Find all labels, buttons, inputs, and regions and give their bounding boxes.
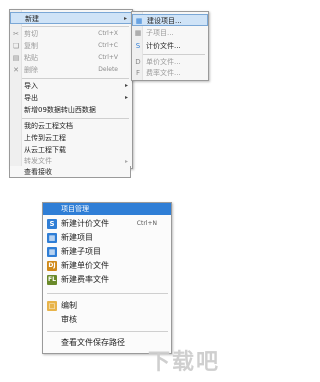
pricing-file-icon: S [47,219,57,229]
submenu-item-subproject[interactable]: ▦ 子项目... [132,27,208,39]
menu-item-label: 从云工程下载 [24,146,66,154]
menu-header-title: 项目管理 [61,205,89,213]
menu-item-convert-data[interactable]: 新增09数据转山西数据 [10,104,132,116]
chevron-right-icon: ▸ [123,15,127,22]
menu-item-paste[interactable]: ▤ 粘贴 Ctrl+V [10,52,132,64]
menu-item-label: 编制 [61,301,77,310]
menu-item-label: 粘贴 [24,54,38,62]
menu-item-my-cloud-docs[interactable]: 我的云工程文档 [10,120,132,132]
submenu-item-construction-project[interactable]: ▦ 建设项目... [132,14,208,26]
shortcut-label: Ctrl+X [98,30,118,37]
menu-item-label: 新建 [25,15,39,23]
subproject-icon: ▦ [134,29,142,37]
menu-separator [143,54,205,55]
menu-item-label: 审核 [61,315,77,324]
submenu-item-rate-file[interactable]: F 费率文件... [132,67,208,79]
menu-item-label: 剪切 [24,30,38,38]
menu-item-new-unit-price-file[interactable]: DJ 新建单价文件 [43,259,171,273]
menu-item-new-pricing-file[interactable]: S 新建计价文件 Ctrl+N [43,217,171,231]
menu-item-label: 导出 [24,94,38,102]
menu-item-label: 查看文件保存路径 [61,338,125,347]
menu-item-upload-cloud[interactable]: 上传到云工程 [10,132,132,144]
menu-item-label: 我的云工程文档 [24,122,73,130]
menu-item-label: 查看接收 [24,168,52,176]
project-icon: ▦ [47,233,57,243]
project-icon: ▦ [135,17,143,25]
menu-separator [22,78,129,79]
menu-item-cut[interactable]: ✂ 剪切 Ctrl+X [10,28,132,40]
delete-icon: ✕ [13,66,19,74]
menu-item-label: 新建费率文件 [61,275,109,284]
menu-item-export[interactable]: 导出 ▸ [10,92,132,104]
menu-item-new-project[interactable]: ▦ 新建项目 [43,231,171,245]
menu-separator [47,293,168,294]
menu-item-download-cloud[interactable]: 从云工程下载 [10,144,132,156]
menu-item-new-rate-file[interactable]: FL 新建费率文件 [43,273,171,287]
context-menu: 新建 ▸ ✂ 剪切 Ctrl+X ❏ 复制 Ctrl+C ▤ 粘贴 Ctrl+V… [9,9,133,169]
unit-price-file-icon: D [135,58,141,66]
menu-item-label: 新建子项目 [61,247,101,256]
menu-item-label: 复制 [24,42,38,50]
chevron-right-icon: ▸ [124,82,128,89]
shortcut-label: Delete [98,66,118,73]
chevron-right-icon: ▸ [124,94,128,101]
new-submenu: ▦ 建设项目... ▦ 子项目... S 计价文件... D 单价文件... F… [131,11,209,81]
menu-item-review[interactable]: 审核 [43,313,171,327]
menu-item-label: 新建项目 [61,233,93,242]
watermark: 下载吧 [148,350,221,375]
menu-item-label: 建设项目... [147,17,182,25]
scissors-icon: ✂ [13,30,19,38]
menu-item-label: 上传到云工程 [24,134,66,142]
folder-icon: □ [47,301,57,311]
menu-header: 项目管理 [43,203,171,215]
rate-file-icon: FL [47,275,57,285]
menu-item-label: 新建计价文件 [61,219,109,228]
menu-item-label: 删除 [24,66,38,74]
shortcut-label: Ctrl+N [136,220,157,227]
unit-price-file-icon: DJ [47,261,57,271]
menu-item-delete[interactable]: ✕ 删除 Delete [10,64,132,76]
submenu-item-pricing-file[interactable]: S 计价文件... [132,40,208,52]
menu-item-label: 计价文件... [146,42,181,50]
menu-item-label: 新建单价文件 [61,261,109,270]
paste-icon: ▤ [12,54,20,62]
pricing-file-icon: S [135,42,141,50]
rate-file-icon: F [135,69,141,77]
menu-separator [47,331,168,332]
menu-item-label: 费率文件... [146,69,181,77]
menu-item-label: 导入 [24,82,38,90]
menu-item-view-received[interactable]: 查看接收 [9,166,131,178]
shortcut-label: Ctrl+C [98,42,118,49]
menu-item-compile[interactable]: □ 编制 [43,299,171,313]
menu-separator [22,118,129,119]
menu-item-new-subproject[interactable]: ▦ 新建子项目 [43,245,171,259]
project-management-menu: 项目管理 S 新建计价文件 Ctrl+N ▦ 新建项目 ▦ 新建子项目 DJ 新… [42,202,172,354]
copy-icon: ❏ [12,42,20,50]
menu-item-label: 新增09数据转山西数据 [24,106,96,114]
menu-item-import[interactable]: 导入 ▸ [10,80,132,92]
shortcut-label: Ctrl+V [98,54,118,61]
menu-item-new[interactable]: 新建 ▸ [10,12,132,24]
menu-item-copy[interactable]: ❏ 复制 Ctrl+C [10,40,132,52]
subproject-icon: ▦ [47,247,57,257]
menu-item-label: 子项目... [146,29,174,37]
menu-separator [22,26,129,27]
